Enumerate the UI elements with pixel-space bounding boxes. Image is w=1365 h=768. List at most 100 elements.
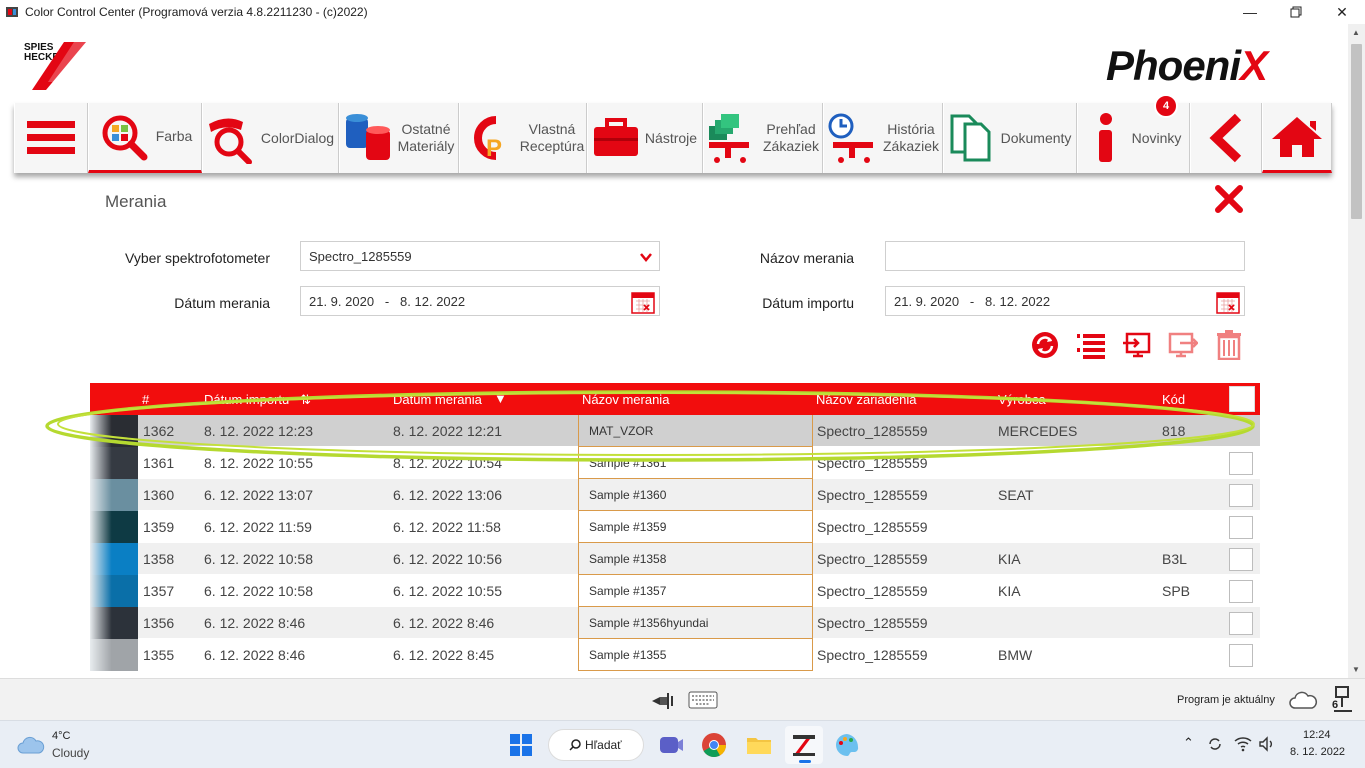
tab-orders-overview[interactable]: Prehľad Zákaziek [703, 103, 823, 173]
calendar-icon[interactable] [631, 290, 655, 314]
spectro-select[interactable]: Spectro_1285559 [300, 241, 660, 271]
cell-import-date: 6. 12. 2022 8:46 [204, 647, 306, 663]
cell-device: Spectro_1285559 [817, 455, 928, 471]
vertical-scrollbar[interactable]: ▲ ▼ [1348, 24, 1365, 678]
cell-num: 1357 [143, 583, 175, 599]
tab-tools[interactable]: Nástroje [587, 103, 703, 173]
row-checkbox[interactable] [1229, 452, 1253, 475]
table-row[interactable]: 1359 6. 12. 2022 11:59 6. 12. 2022 11:58 Sp… [90, 511, 1260, 543]
list-icon[interactable] [1077, 330, 1107, 360]
window-title: Color Control Center (Programová verzia … [25, 5, 368, 19]
row-checkbox[interactable] [1229, 580, 1253, 603]
close-window-button[interactable]: ✕ [1319, 0, 1365, 24]
import-date-label: Dátum importu [762, 295, 854, 311]
close-icon[interactable] [1214, 184, 1244, 214]
scroll-down-icon[interactable]: ▼ [1352, 665, 1360, 674]
col-maker[interactable]: Výrobca [998, 392, 1046, 407]
tab-farba-label: Farba [155, 128, 193, 144]
home-button[interactable] [1262, 103, 1332, 173]
cell-measure-date: 6. 12. 2022 10:55 [393, 583, 502, 599]
calendar-icon[interactable] [1216, 290, 1240, 314]
import-date-value: 21. 9. 2020 - 8. 12. 2022 [894, 293, 1051, 309]
table-row[interactable]: 1355 6. 12. 2022 8:46 6. 12. 2022 8:45 Spec… [90, 639, 1260, 671]
table-row[interactable]: 1362 8. 12. 2022 12:23 8. 12. 2022 12:21 Sp… [90, 415, 1260, 447]
minimize-button[interactable]: — [1227, 0, 1273, 24]
file-explorer-icon[interactable] [745, 731, 773, 759]
col-measure-date[interactable]: Dátum merania [393, 392, 482, 407]
back-button[interactable] [1190, 103, 1262, 173]
row-checkbox[interactable] [1229, 644, 1253, 667]
trash-icon[interactable] [1214, 330, 1244, 360]
clock-time[interactable]: 12:24 [1303, 729, 1331, 741]
color-control-icon [793, 735, 815, 756]
scroll-up-icon[interactable]: ▲ [1352, 28, 1360, 37]
table-body: 1362 8. 12. 2022 12:23 8. 12. 2022 12:21 Sp… [90, 415, 1260, 671]
import-date-range[interactable]: 21. 9. 2020 - 8. 12. 2022 [885, 286, 1245, 316]
row-checkbox[interactable] [1229, 548, 1253, 571]
tab-documents[interactable]: Dokumenty [943, 103, 1077, 173]
col-import-date[interactable]: Dátum importu [204, 392, 289, 407]
cell-import-date: 6. 12. 2022 13:07 [204, 487, 313, 503]
device-count: 6 [1332, 699, 1339, 711]
tab-colordialog[interactable]: ColorDialog [202, 103, 339, 173]
color-swatch [90, 575, 138, 607]
tab-farba[interactable]: Farba [88, 103, 202, 173]
wifi-icon[interactable] [1234, 736, 1252, 752]
volume-icon[interactable] [1258, 736, 1276, 752]
table-row[interactable]: 1356 6. 12. 2022 8:46 6. 12. 2022 8:46 Spec… [90, 607, 1260, 639]
table-header: # Dátum importu ⇅ Dátum merania ▼ Názov … [90, 383, 1260, 415]
sync-icon[interactable] [1206, 735, 1224, 753]
title-bar: Color Control Center (Programová verzia … [0, 0, 1365, 24]
weather-cloud-icon[interactable] [17, 731, 45, 759]
col-device[interactable]: Názov zariadenia [816, 392, 916, 407]
tab-news[interactable]: Novinky 4 [1077, 94, 1190, 173]
row-checkbox[interactable] [1229, 516, 1253, 539]
col-name[interactable]: Názov merania [582, 392, 669, 407]
clock-date[interactable]: 8. 12. 2022 [1290, 746, 1345, 758]
own-recipe-icon: P [473, 116, 502, 162]
taskbar-search[interactable]: Hľadať [548, 729, 644, 761]
scrollbar-thumb[interactable] [1351, 44, 1362, 219]
teams-icon[interactable] [657, 731, 685, 759]
table-row[interactable]: 1357 6. 12. 2022 10:58 6. 12. 2022 10:55 Sp… [90, 575, 1260, 607]
table-row[interactable]: 1361 8. 12. 2022 10:55 8. 12. 2022 10:54 Sp… [90, 447, 1260, 479]
table-row[interactable]: 1358 6. 12. 2022 10:58 6. 12. 2022 10:56 Sp… [90, 543, 1260, 575]
tab-orders-history[interactable]: História Zákaziek [823, 103, 943, 173]
cloud-icon[interactable] [1288, 690, 1318, 710]
import-icon[interactable] [1122, 330, 1152, 360]
windows-start-icon[interactable] [507, 731, 535, 759]
tab-own-recipe-label: Vlastná Receptúra [519, 121, 585, 154]
cell-maker: KIA [998, 583, 1021, 599]
table-row[interactable]: 1360 6. 12. 2022 13:07 6. 12. 2022 13:06 Sp… [90, 479, 1260, 511]
cell-name: Sample #1361 [578, 447, 813, 479]
name-field[interactable] [885, 241, 1245, 271]
restore-button[interactable] [1273, 0, 1319, 24]
menu-button[interactable] [14, 103, 88, 173]
tab-own-recipe[interactable]: P Vlastná Receptúra [459, 103, 587, 173]
measure-date-range[interactable]: 21. 9. 2020 - 8. 12. 2022 [300, 286, 660, 316]
color-control-taskbar-button[interactable] [785, 726, 823, 764]
chrome-icon[interactable] [700, 731, 728, 759]
name-label: Názov merania [759, 250, 854, 266]
tab-other-materials[interactable]: Ostatné Materiály [339, 103, 459, 173]
phoenix-logo: PhoeniX [1106, 42, 1268, 89]
spectro-select-value: Spectro_1285559 [309, 248, 412, 264]
select-all-checkbox[interactable] [1229, 386, 1255, 412]
row-checkbox[interactable] [1229, 484, 1253, 507]
export-icon[interactable] [1168, 330, 1198, 360]
cell-name: Sample #1357 [578, 575, 813, 607]
col-code[interactable]: Kód [1162, 392, 1185, 407]
row-checkbox[interactable] [1229, 612, 1253, 635]
refresh-icon[interactable] [1030, 330, 1060, 360]
cell-device: Spectro_1285559 [817, 487, 928, 503]
keyboard-icon[interactable] [688, 691, 718, 709]
tray-chevron-up-icon[interactable]: ⌃ [1183, 735, 1194, 751]
cell-measure-date: 6. 12. 2022 8:46 [393, 615, 495, 631]
device-indicator[interactable]: 6 [1330, 685, 1356, 715]
weather-temp: 4°C [52, 730, 71, 742]
paint-icon[interactable] [833, 731, 861, 759]
cell-maker: BMW [998, 647, 1033, 663]
measurements-panel: Merania Vyber spektrofotometer Spectro_1… [0, 178, 1348, 678]
cell-import-date: 8. 12. 2022 10:55 [204, 455, 313, 471]
spray-gun-icon[interactable] [650, 687, 676, 713]
